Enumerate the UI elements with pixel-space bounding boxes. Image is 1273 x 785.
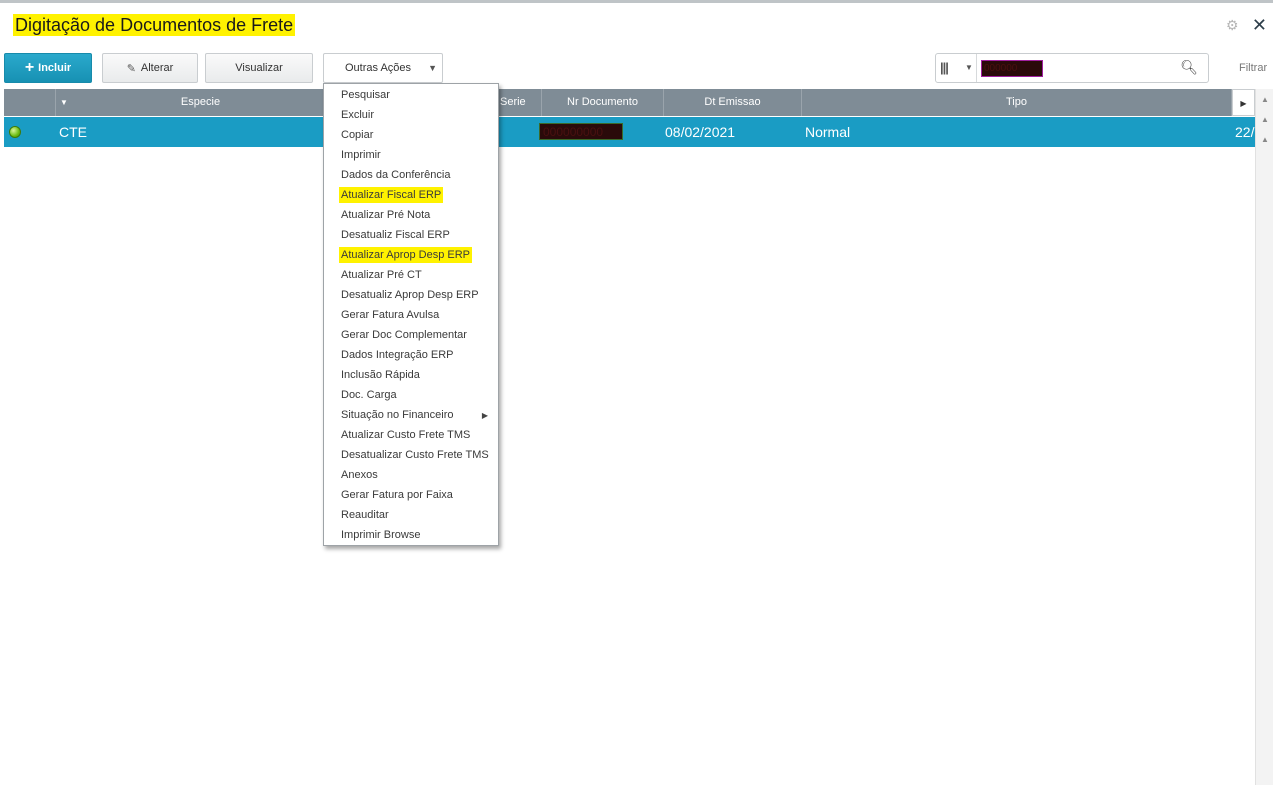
cell-dt-emissao: 08/02/2021 — [665, 124, 736, 140]
close-icon[interactable]: ✕ — [1252, 16, 1267, 34]
scroll-right-icon[interactable]: ▶ — [1232, 89, 1255, 116]
vertical-scrollbar[interactable]: ▲ ▲ ▲ — [1255, 89, 1273, 785]
menu-item-dados-conferencia[interactable]: Dados da Conferência — [341, 167, 450, 183]
menu-item-atualizar-pre-ct[interactable]: Atualizar Pré CT — [341, 267, 422, 283]
column-header-especie[interactable]: ▼ Especie — [56, 89, 346, 116]
sort-icon: ▼ — [60, 98, 68, 107]
menu-item-pesquisar[interactable]: Pesquisar — [341, 87, 390, 103]
menu-item-atualizar-pre-nota[interactable]: Atualizar Pré Nota — [341, 207, 430, 223]
submenu-arrow-icon: ▶ — [481, 411, 488, 420]
plus-icon: + — [24, 59, 35, 76]
window-controls: ⚙ ✕ — [1226, 16, 1267, 34]
visualizar-button[interactable]: Visualizar — [205, 53, 313, 83]
menu-item-gerar-fatura-avulsa[interactable]: Gerar Fatura Avulsa — [341, 307, 439, 323]
menu-item-copiar[interactable]: Copiar — [341, 127, 373, 143]
outras-acoes-label: Outras Ações — [345, 62, 412, 74]
status-icon — [9, 126, 21, 138]
incluir-button[interactable]: + Incluir — [4, 53, 92, 83]
search-input[interactable]: 000000 — [981, 60, 1043, 77]
columns-icon[interactable]: ||| — [940, 60, 949, 75]
status-column-header — [4, 89, 56, 116]
outras-acoes-menu: Pesquisar Excluir Copiar Imprimir Dados … — [323, 83, 499, 546]
column-header-nr-documento[interactable]: Nr Documento — [542, 89, 664, 116]
pencil-icon: ✎ — [126, 62, 136, 75]
menu-item-gerar-fatura-por-faixa[interactable]: Gerar Fatura por Faixa — [341, 487, 453, 503]
menu-item-imprimir-browse[interactable]: Imprimir Browse — [341, 527, 420, 543]
menu-item-desatualiz-fiscal-erp[interactable]: Desatualiz Fiscal ERP — [341, 227, 450, 243]
cell-nr-documento: 000000000 — [539, 123, 623, 140]
menu-item-atualizar-custo-frete-tms[interactable]: Atualizar Custo Frete TMS — [341, 427, 470, 443]
menu-item-doc-carga[interactable]: Doc. Carga — [341, 387, 397, 403]
incluir-label: Incluir — [38, 62, 72, 74]
table-row[interactable]: CTE 000000000 08/02/2021 Normal 22/ — [4, 117, 1255, 147]
chevron-down-icon[interactable]: ▼ — [965, 63, 973, 72]
filtrar-link[interactable]: Filtrar — [1239, 62, 1267, 74]
column-header-dt-emissao[interactable]: Dt Emissao — [664, 89, 802, 116]
menu-item-excluir[interactable]: Excluir — [341, 107, 374, 123]
menu-item-gerar-doc-complementar[interactable]: Gerar Doc Complementar — [341, 327, 467, 343]
alterar-label: Alterar — [140, 62, 174, 74]
page-title: Digitação de Documentos de Frete — [13, 14, 296, 36]
menu-item-inclusao-rapida[interactable]: Inclusão Rápida — [341, 367, 420, 383]
menu-item-atualizar-aprop-desp-erp[interactable]: Atualizar Aprop Desp ERP — [339, 247, 473, 263]
menu-item-imprimir[interactable]: Imprimir — [341, 147, 381, 163]
scroll-up-icon[interactable]: ▲ — [1259, 134, 1271, 146]
menu-item-anexos[interactable]: Anexos — [341, 467, 378, 483]
search-box[interactable]: ||| ▼ 000000 🔍︎ — [935, 53, 1209, 83]
cell-truncated: 22/ — [1235, 124, 1255, 140]
divider — [976, 54, 977, 82]
scroll-page-up-icon[interactable]: ▲ — [1259, 114, 1271, 126]
menu-item-atualizar-fiscal-erp[interactable]: Atualizar Fiscal ERP — [339, 187, 444, 203]
alterar-button[interactable]: ✎ Alterar — [102, 53, 198, 83]
menu-item-reauditar[interactable]: Reauditar — [341, 507, 389, 523]
search-icon[interactable]: 🔍︎ — [1180, 59, 1198, 76]
gear-icon[interactable]: ⚙ — [1226, 18, 1240, 32]
cell-especie: CTE — [59, 124, 87, 140]
menu-item-situacao-financeiro[interactable]: Situação no Financeiro — [341, 407, 454, 423]
menu-item-desatualizar-custo-frete-tms[interactable]: Desatualizar Custo Frete TMS — [341, 447, 489, 463]
menu-item-dados-integracao-erp[interactable]: Dados Integração ERP — [341, 347, 454, 363]
menu-item-desatualiz-aprop-desp-erp[interactable]: Desatualiz Aprop Desp ERP — [341, 287, 479, 303]
visualizar-label: Visualizar — [235, 62, 283, 74]
cell-tipo: Normal — [805, 124, 851, 140]
column-header-tipo[interactable]: Tipo — [802, 89, 1232, 116]
scroll-top-icon[interactable]: ▲ — [1259, 94, 1271, 106]
outras-acoes-button[interactable]: Outras Ações ▼ — [323, 53, 443, 83]
grid-header: ▼ Especie Serie Nr Documento Dt Emissao … — [4, 89, 1255, 116]
caret-down-icon: ▼ — [428, 63, 437, 73]
